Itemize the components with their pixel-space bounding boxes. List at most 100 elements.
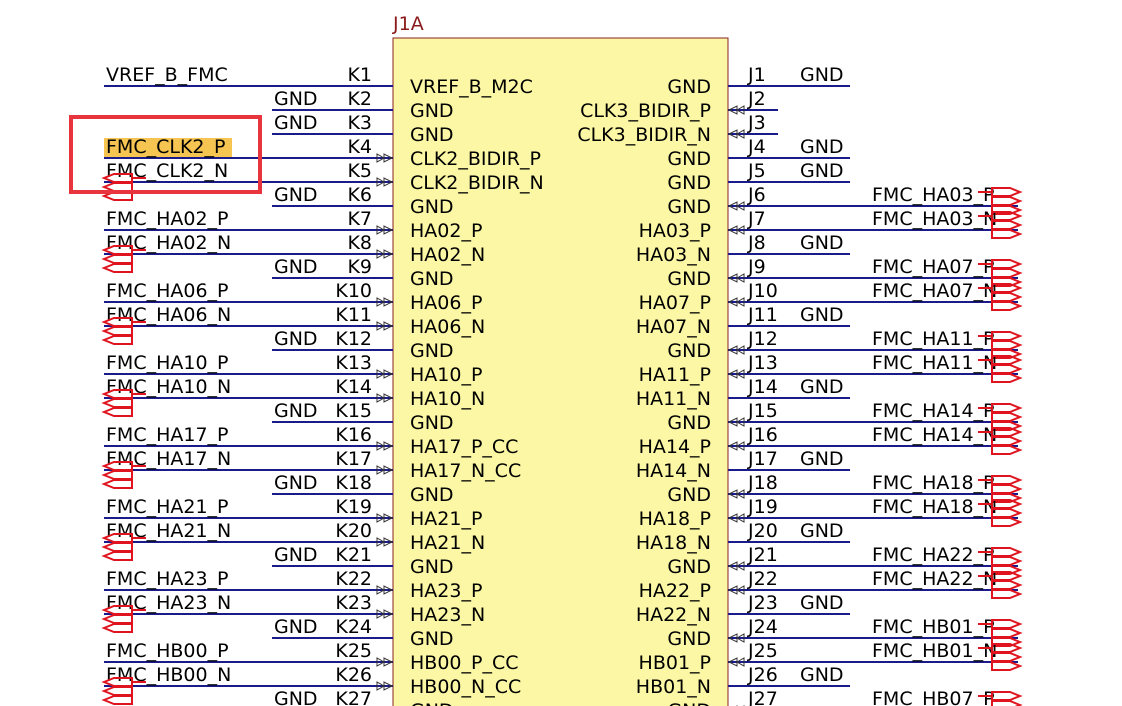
pin-number: K15 [335, 400, 372, 422]
net-label: FMC_HA02_P [106, 208, 229, 230]
net-label: FMC_HA10_N [106, 376, 231, 398]
net-label: FMC_HB07_P [872, 688, 995, 706]
net-label: GND [274, 688, 318, 706]
net-label: FMC_HA06_N [106, 304, 231, 326]
pin-name: HA18_P [639, 508, 711, 530]
pin-number: K5 [347, 160, 372, 182]
pin-number: J9 [747, 256, 766, 278]
pin-number: K20 [335, 520, 372, 542]
pin-name: GND [410, 412, 454, 434]
pin-name: HA18_N [636, 532, 711, 554]
pin-number: J23 [747, 592, 778, 614]
pin-number: K1 [347, 64, 372, 86]
pin-name: HA07_N [636, 316, 711, 338]
net-label: GND [800, 232, 844, 254]
pin-number: J5 [747, 160, 766, 182]
pin-name: HA22_N [636, 604, 711, 626]
pin-name: HA23_N [410, 604, 485, 626]
pin-name: HA11_N [636, 388, 711, 410]
net-label: FMC_HB00_P [106, 640, 229, 662]
net-label: FMC_HA18_N [872, 496, 997, 518]
pin-name: GND [410, 100, 454, 122]
schematic-canvas: J1A K1 VREF_B_M2C VREF_B_FMC K2 GND GND K3 GND G… [69, 13, 1023, 706]
net-label: GND [800, 160, 844, 182]
pin-number: J19 [747, 496, 778, 518]
net-label: FMC_HA07_P [872, 256, 995, 278]
net-label: FMC_HA18_P [872, 472, 995, 494]
pin-name: CLK2_BIDIR_N [410, 172, 544, 194]
pin-number: K7 [347, 208, 372, 230]
pin-name: HA03_N [636, 244, 711, 266]
pin-name: CLK3_BIDIR_N [577, 124, 711, 146]
net-label: FMC_HA11_N [872, 352, 997, 374]
net-label: FMC_HA07_N [872, 280, 997, 302]
pin-name: HA06_P [410, 292, 482, 314]
pin-number: K11 [335, 304, 372, 326]
pin-number: K27 [335, 688, 372, 706]
pin-name: GND [667, 556, 711, 578]
net-label: FMC_HA22_P [872, 544, 995, 566]
net-label: GND [274, 88, 318, 110]
net-label: GND [800, 136, 844, 158]
pin-name: GND [667, 340, 711, 362]
net-label: VREF_B_FMC [106, 64, 228, 86]
pin-number: K3 [347, 112, 372, 134]
pin-name: GND [410, 196, 454, 218]
pin-number: K17 [335, 448, 372, 470]
pin-name: GND [410, 556, 454, 578]
pin-number: J6 [747, 184, 766, 206]
pin-number: K9 [347, 256, 372, 278]
net-label: GND [274, 400, 318, 422]
pin-number: K22 [335, 568, 372, 590]
net-label: FMC_CLK2_P [106, 136, 225, 158]
net-label: GND [274, 616, 318, 638]
pin-number: K26 [335, 664, 372, 686]
pin-number: J22 [747, 568, 778, 590]
net-label: FMC_HA02_N [106, 232, 231, 254]
pin-name: HA02_N [410, 244, 485, 266]
net-label: GND [274, 184, 318, 206]
net-label: GND [274, 544, 318, 566]
pin-name: GND [667, 148, 711, 170]
pin-name: HA10_P [410, 364, 482, 386]
pin-name: HA11_P [639, 364, 711, 386]
pin-number: K4 [347, 136, 372, 158]
net-label: GND [274, 256, 318, 278]
pin-name: HA17_N_CC [410, 460, 521, 482]
net-label: GND [800, 592, 844, 614]
pin-name: HA10_N [410, 388, 485, 410]
net-label: FMC_HA21_N [106, 520, 231, 542]
net-label: FMC_HB01_N [872, 640, 997, 662]
pin-number: J8 [747, 232, 766, 254]
pin-name: GND [667, 196, 711, 218]
pin-number: J12 [747, 328, 778, 350]
net-label: GND [800, 304, 844, 326]
component-designator: J1A [392, 13, 424, 35]
pin-number: J20 [747, 520, 778, 542]
pin-name: HA17_P_CC [410, 436, 518, 458]
pin-number: K16 [335, 424, 372, 446]
pin-number: J1 [747, 64, 766, 86]
net-label: GND [800, 64, 844, 86]
pin-name: GND [667, 268, 711, 290]
pin-name: GND [410, 628, 454, 650]
pin-number: K10 [335, 280, 372, 302]
pin-name: HA23_P [410, 580, 482, 602]
pin-number: J2 [747, 88, 766, 110]
pin-name: HB01_N [636, 676, 711, 698]
pin-name: HA02_P [410, 220, 482, 242]
pin-number: J13 [747, 352, 778, 374]
net-label: FMC_HA14_P [872, 400, 995, 422]
pin-name: HA03_P [639, 220, 711, 242]
net-label: FMC_HA23_N [106, 592, 231, 614]
net-label: GND [800, 376, 844, 398]
net-label: FMC_HB00_N [106, 664, 231, 686]
pin-number: J15 [747, 400, 778, 422]
pin-number: J26 [747, 664, 778, 686]
pin-number: K2 [347, 88, 372, 110]
pin-name: GND [667, 76, 711, 98]
net-label: FMC_HA22_N [872, 568, 997, 590]
pin-number: K8 [347, 232, 372, 254]
pin-number: J7 [747, 208, 766, 230]
net-label: GND [274, 328, 318, 350]
